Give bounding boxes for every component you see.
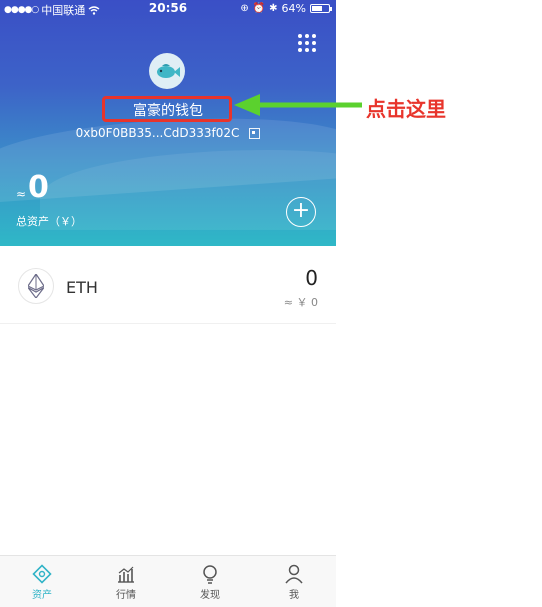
asset-amount: 0 [305, 266, 318, 290]
profile-icon [285, 564, 303, 584]
assets-icon [32, 564, 52, 584]
market-icon [118, 566, 134, 583]
tab-label: 发现 [200, 590, 220, 601]
asset-symbol: ETH [66, 278, 98, 297]
menu-grid-icon[interactable] [298, 34, 318, 54]
wallet-header: ●●●●○ 中国联通 20:56 ⊕ ⏰ ✱ 64% 富豪的钱包 0xb0F0B… [0, 0, 336, 246]
battery-icon [310, 4, 332, 13]
tab-market[interactable]: 行情 [84, 556, 168, 607]
ethereum-icon [18, 268, 54, 304]
battery-fill [312, 6, 323, 11]
add-asset-button[interactable]: + [286, 197, 316, 227]
annotation-highlight-box [102, 96, 232, 122]
annotation-arrow [234, 94, 362, 116]
asset-row-eth[interactable]: ETH 0 ≈ ￥ 0 [0, 246, 336, 324]
status-right: ⊕ ⏰ ✱ 64% [240, 2, 332, 15]
status-bar: ●●●●○ 中国联通 20:56 ⊕ ⏰ ✱ 64% [0, 0, 336, 18]
orientation-lock-icon: ⊕ [240, 3, 249, 14]
tab-label: 行情 [116, 590, 136, 601]
tab-assets[interactable]: 资产 [0, 556, 84, 607]
tab-discover[interactable]: 发现 [168, 556, 252, 607]
bottom-tab-bar: 资产 行情 发现 我 [0, 555, 336, 607]
qr-code-icon[interactable] [249, 128, 261, 139]
asset-fiat-value: ≈ ￥ 0 [283, 296, 318, 309]
tab-label: 资产 [32, 590, 52, 601]
wallet-avatar[interactable] [149, 53, 185, 89]
total-asset-label: 总资产（￥） [16, 215, 82, 228]
wallet-address: 0xb0F0BB35...CdD333f02C [75, 126, 240, 140]
annotation-text: 点击这里 [366, 97, 446, 121]
battery-percent: 64% [281, 2, 306, 15]
wallet-address-row[interactable]: 0xb0F0BB35...CdD333f02C [0, 126, 336, 140]
bluetooth-icon: ✱ [269, 3, 278, 14]
fish-icon [157, 64, 180, 78]
plus-icon: + [291, 198, 311, 223]
tab-profile[interactable]: 我 [252, 556, 336, 607]
alarm-icon: ⏰ [252, 3, 266, 14]
approx-symbol: ≈ [16, 187, 27, 201]
tab-label: 我 [289, 590, 299, 601]
total-asset-value: 0 [28, 170, 49, 205]
discover-icon [203, 565, 217, 584]
